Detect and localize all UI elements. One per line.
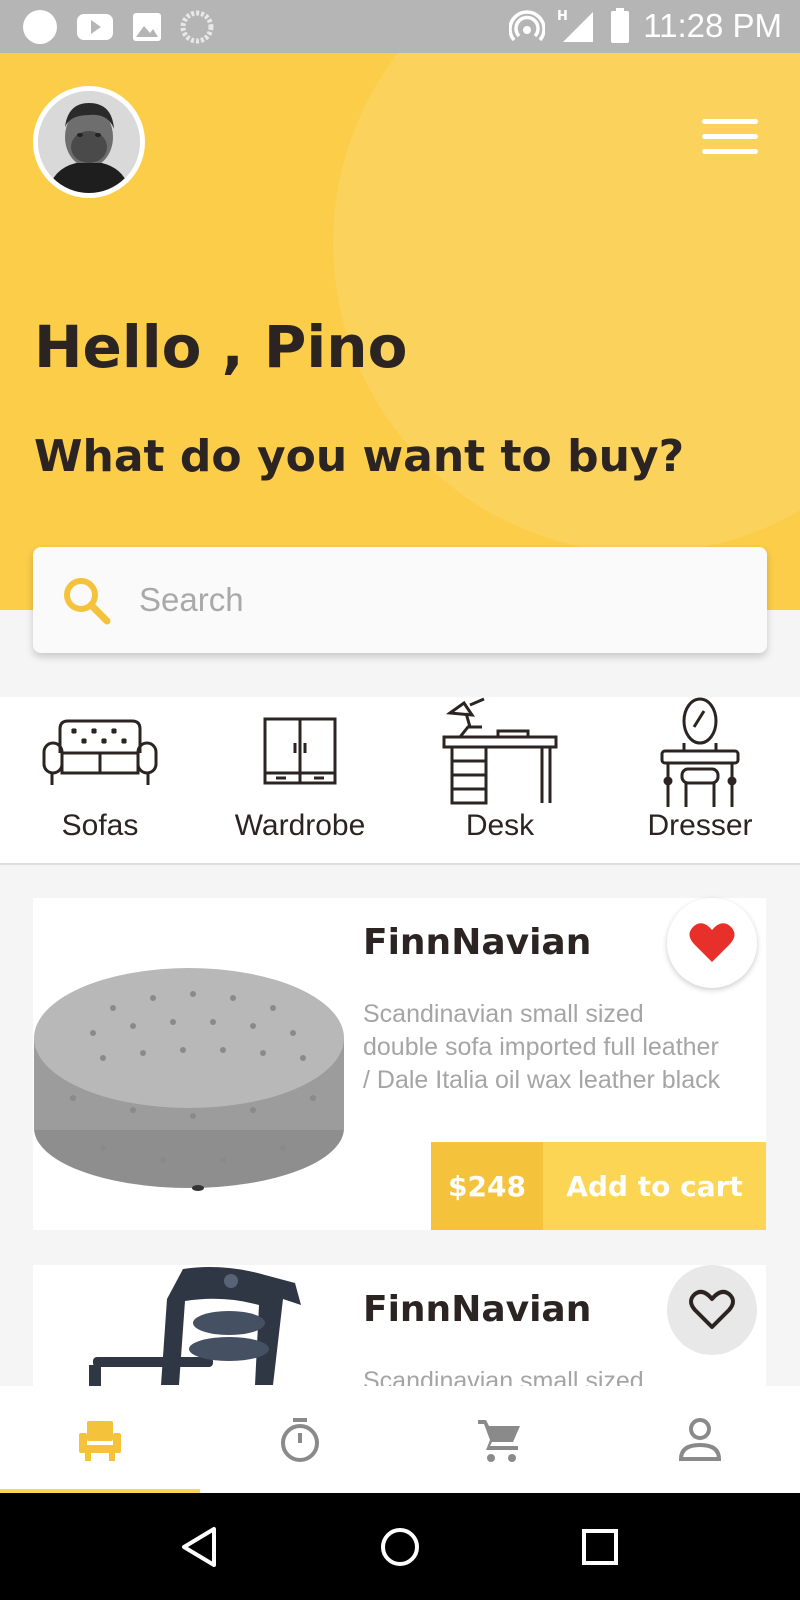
- dresser-icon: [660, 697, 740, 807]
- menu-line: [702, 119, 758, 124]
- menu-line: [702, 149, 758, 154]
- product-card[interactable]: FinnNavian Scandinavian small sized doub…: [33, 898, 766, 1230]
- heart-outline-icon: [689, 1289, 735, 1329]
- greeting-subtitle: What do you want to buy?: [34, 431, 685, 482]
- favorite-button[interactable]: [667, 898, 757, 988]
- hotspot-icon: [509, 10, 546, 42]
- loading-icon: [180, 10, 214, 44]
- product-price: $248: [431, 1142, 543, 1230]
- signal-icon: H: [557, 9, 594, 42]
- product-image: [33, 898, 345, 1230]
- product-description: Scandinavian small sized: [363, 1367, 644, 1386]
- desk-icon: [442, 697, 558, 805]
- buy-row: $248 Add to cart: [431, 1142, 766, 1230]
- category-label: Desk: [465, 809, 535, 842]
- greeting-title: Hello , Pino: [34, 313, 408, 381]
- header: Hello , Pino What do you want to buy?: [0, 53, 800, 610]
- cart-icon: [478, 1419, 520, 1462]
- product-image: [33, 1265, 345, 1386]
- status-bar: H 11:28 PM: [0, 0, 800, 53]
- category-label: Dresser: [647, 809, 753, 842]
- product-name: FinnNavian: [363, 1289, 592, 1330]
- category-sofas[interactable]: Sofas: [0, 697, 200, 865]
- category-desk[interactable]: Desk: [400, 697, 600, 865]
- category-wardrobe[interactable]: Wardrobe: [200, 697, 400, 865]
- bottom-nav: [0, 1386, 800, 1493]
- recents-icon[interactable]: [576, 1523, 624, 1571]
- home-icon[interactable]: [376, 1523, 424, 1571]
- nav-history[interactable]: [200, 1386, 400, 1493]
- status-time: 11:28 PM: [643, 7, 782, 44]
- product-card[interactable]: FinnNavian Scandinavian small sized: [33, 1265, 766, 1386]
- category-label: Wardrobe: [234, 809, 366, 842]
- chair-image: [89, 1267, 301, 1386]
- image-icon: [133, 13, 161, 41]
- circle-icon: [23, 10, 57, 44]
- category-label: Sofas: [61, 809, 139, 842]
- product-description: Scandinavian small sized double sofa imp…: [363, 1000, 721, 1094]
- menu-line: [702, 134, 758, 139]
- furniture-icon: [79, 1420, 121, 1461]
- category-bar: Sofas Wardrobe Desk Dresser: [0, 697, 800, 865]
- sofa-icon: [42, 719, 158, 785]
- category-dresser[interactable]: Dresser: [600, 697, 800, 865]
- wardrobe-icon: [263, 717, 337, 785]
- profile-icon: [678, 1417, 722, 1461]
- product-name: FinnNavian: [363, 922, 592, 963]
- menu-button[interactable]: [702, 119, 758, 163]
- back-icon[interactable]: [176, 1523, 224, 1571]
- avatar-image: [38, 91, 140, 193]
- battery-icon: [611, 8, 630, 43]
- timer-icon: [281, 1417, 319, 1462]
- search-icon: [64, 578, 111, 625]
- nav-home[interactable]: [0, 1386, 200, 1493]
- heart-filled-icon: [689, 923, 735, 962]
- favorite-button[interactable]: [667, 1265, 757, 1355]
- add-to-cart-button[interactable]: Add to cart: [543, 1142, 766, 1230]
- search-bar[interactable]: [33, 547, 767, 653]
- svg-text:H: H: [557, 9, 568, 24]
- nav-cart[interactable]: [400, 1386, 600, 1493]
- ottoman-image: [34, 968, 344, 1191]
- avatar[interactable]: [33, 86, 145, 198]
- system-nav-bar: [0, 1493, 800, 1600]
- nav-profile[interactable]: [600, 1386, 800, 1493]
- search-input[interactable]: [139, 575, 719, 625]
- youtube-icon: [77, 14, 113, 40]
